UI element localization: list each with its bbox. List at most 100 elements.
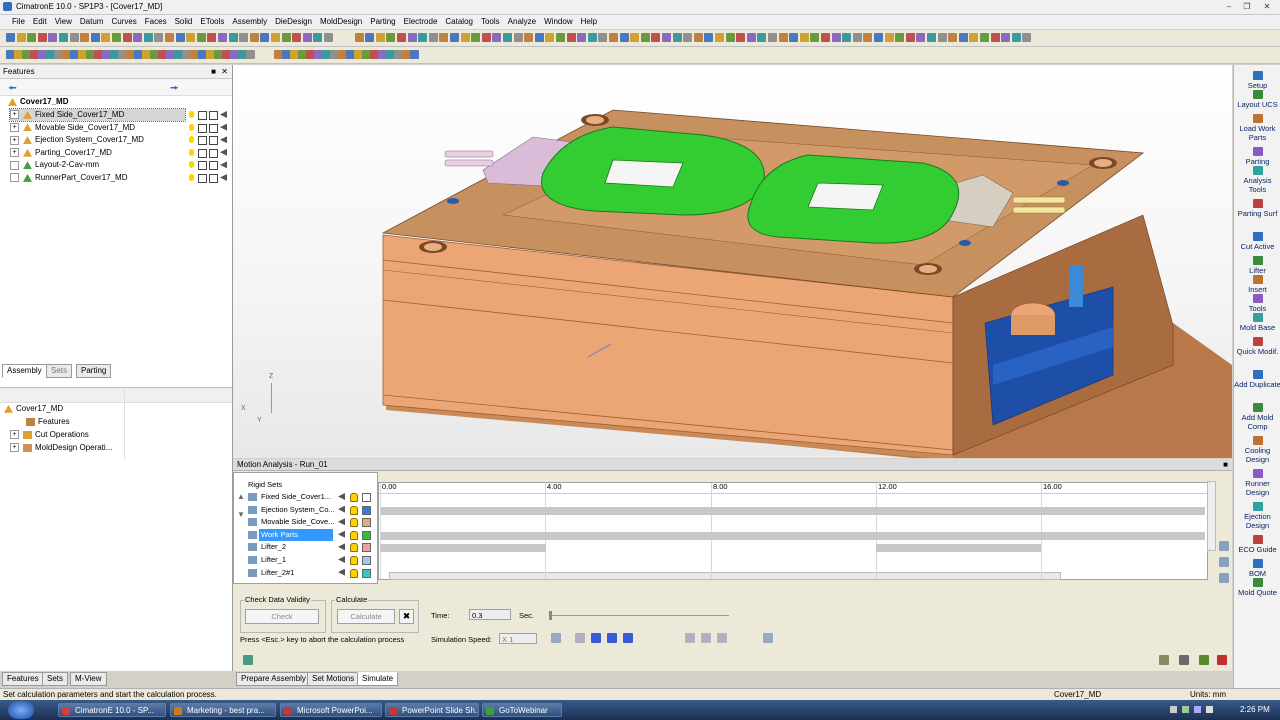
menu-help[interactable]: Help (577, 15, 601, 29)
expand-icon[interactable]: + (10, 430, 19, 440)
toolbar-button[interactable] (556, 33, 565, 42)
rigid-set-row[interactable]: Movable Side_Cove... (248, 516, 334, 528)
toolbar-button[interactable] (354, 33, 364, 42)
mold-tool-parting[interactable]: Parting (1234, 147, 1280, 166)
toolbar-button[interactable] (165, 33, 174, 42)
toolbar-button[interactable] (27, 33, 37, 42)
toolbar-button[interactable] (6, 33, 15, 42)
visibility-bulb-icon[interactable] (189, 161, 194, 169)
link-arrow-icon[interactable] (338, 530, 345, 538)
play-icon[interactable] (623, 633, 633, 643)
mold-tool-layout-ucs[interactable]: Layout UCS (1234, 90, 1280, 109)
toolbar-button[interactable] (704, 33, 714, 42)
sketch-icon[interactable] (209, 111, 218, 120)
toolbar-button[interactable] (746, 33, 756, 42)
toolbar-button[interactable] (1001, 33, 1011, 42)
minimize-button[interactable]: – (1222, 1, 1236, 12)
volume-icon[interactable] (1206, 706, 1213, 713)
tab-prepare-assembly[interactable]: Prepare Assembly (236, 672, 311, 686)
toolbar-button[interactable] (630, 33, 640, 42)
mold-tool-ejection-design[interactable]: Ejection Design (1234, 502, 1280, 530)
restore-button[interactable]: ❐ (1240, 1, 1254, 12)
link-arrow-icon[interactable] (220, 148, 227, 156)
toolbar-button[interactable] (937, 33, 947, 42)
mold-tool-mold-quote[interactable]: Mold Quote (1234, 578, 1280, 597)
visibility-bulb-icon[interactable] (350, 543, 358, 553)
menu-etools[interactable]: ETools (196, 15, 228, 29)
pin-icon[interactable]: ■ (1223, 459, 1228, 471)
toolbar-button[interactable] (122, 33, 132, 42)
time-slider-track[interactable] (549, 615, 729, 616)
visibility-bulb-icon[interactable] (189, 123, 194, 131)
toolbar-button[interactable] (683, 33, 693, 42)
toolbar-button[interactable] (513, 33, 523, 42)
toolbar-button[interactable] (927, 33, 936, 42)
toolbar-button[interactable] (292, 33, 302, 42)
move-up-icon[interactable]: ▲ (237, 492, 245, 501)
filter-box-icon[interactable] (198, 174, 207, 183)
pin-icon[interactable]: ■ (211, 65, 216, 78)
toolbar-button[interactable] (874, 33, 883, 42)
toolbar-button[interactable] (768, 33, 777, 42)
toolbar-button[interactable] (587, 33, 597, 42)
visibility-bulb-icon[interactable] (189, 111, 194, 118)
toolbar-button[interactable] (386, 33, 396, 42)
taskbar-item[interactable]: Marketing - best pra... (170, 703, 276, 717)
mold-tool-add-duplicate[interactable]: Add Duplicate (1234, 370, 1280, 389)
filter-box-icon[interactable] (198, 136, 207, 146)
toolbar-button[interactable] (566, 33, 576, 42)
taskbar-item[interactable]: CimatronE 10.0 - SP... (58, 703, 166, 717)
toolbar-button[interactable] (863, 33, 873, 42)
link-arrow-icon[interactable] (220, 111, 227, 118)
expand-icon[interactable]: + (10, 110, 19, 120)
sketch-icon[interactable] (209, 161, 218, 171)
rigid-set-row[interactable]: Lifter_2#1 (248, 567, 333, 579)
speed-select[interactable]: X 1 (499, 633, 537, 644)
toolbar-button[interactable] (651, 33, 661, 42)
feature-tree-item[interactable]: Layout-2-Cav-mm (10, 159, 185, 171)
link-arrow-icon[interactable] (338, 543, 345, 551)
color-swatch[interactable] (362, 568, 371, 578)
toolbar-button[interactable] (397, 33, 406, 42)
toolbar-button[interactable] (736, 33, 746, 42)
visibility-bulb-icon[interactable] (189, 148, 194, 156)
toolbar-button[interactable] (112, 33, 121, 42)
lower-tree-item[interactable]: Features (26, 416, 70, 428)
toolbar-button[interactable] (80, 33, 90, 42)
filter-box-icon[interactable] (198, 123, 207, 133)
toolbar-button[interactable] (471, 33, 481, 42)
toolbar-button[interactable] (207, 33, 217, 42)
link-arrow-icon[interactable] (220, 161, 227, 169)
toolbar-button[interactable] (640, 33, 650, 42)
color-swatch[interactable] (362, 530, 371, 540)
step-back-icon[interactable] (685, 633, 695, 643)
stop-icon[interactable] (591, 633, 601, 643)
toolbar-button[interactable] (428, 33, 438, 42)
feature-tree-item[interactable]: + Parting_Cover17_MD (10, 147, 185, 159)
toolbar-button[interactable] (948, 33, 958, 42)
time-slider-thumb[interactable] (549, 611, 552, 620)
toolbar-button[interactable] (281, 33, 291, 42)
close-button[interactable]: ✕ (1260, 1, 1274, 12)
toolbar-button[interactable] (884, 33, 894, 42)
tab-set-motions[interactable]: Set Motions (307, 672, 360, 686)
visibility-bulb-icon[interactable] (189, 136, 194, 144)
link-arrow-icon[interactable] (338, 505, 345, 513)
toolbar-button[interactable] (725, 33, 735, 42)
motion-bar[interactable] (381, 531, 1205, 540)
toolbar-button[interactable] (990, 33, 1000, 42)
mold-tool-mold-base[interactable]: Mold Base (1234, 313, 1280, 332)
visibility-bulb-icon[interactable] (350, 556, 358, 565)
ok-icon[interactable] (1199, 655, 1209, 665)
visibility-bulb-icon[interactable] (350, 493, 358, 502)
toolbar-button[interactable] (407, 33, 417, 42)
menu-catalog[interactable]: Catalog (441, 15, 477, 29)
toolbar-button[interactable] (249, 33, 259, 42)
toolbar-button[interactable] (799, 33, 809, 42)
link-arrow-icon[interactable] (338, 518, 345, 526)
toolbar-button[interactable] (439, 33, 449, 42)
menu-analyze[interactable]: Analyze (504, 15, 540, 29)
tab-m-view[interactable]: M-View (70, 672, 107, 686)
menu-edit[interactable]: Edit (29, 15, 51, 29)
menu-solid[interactable]: Solid (171, 15, 197, 29)
